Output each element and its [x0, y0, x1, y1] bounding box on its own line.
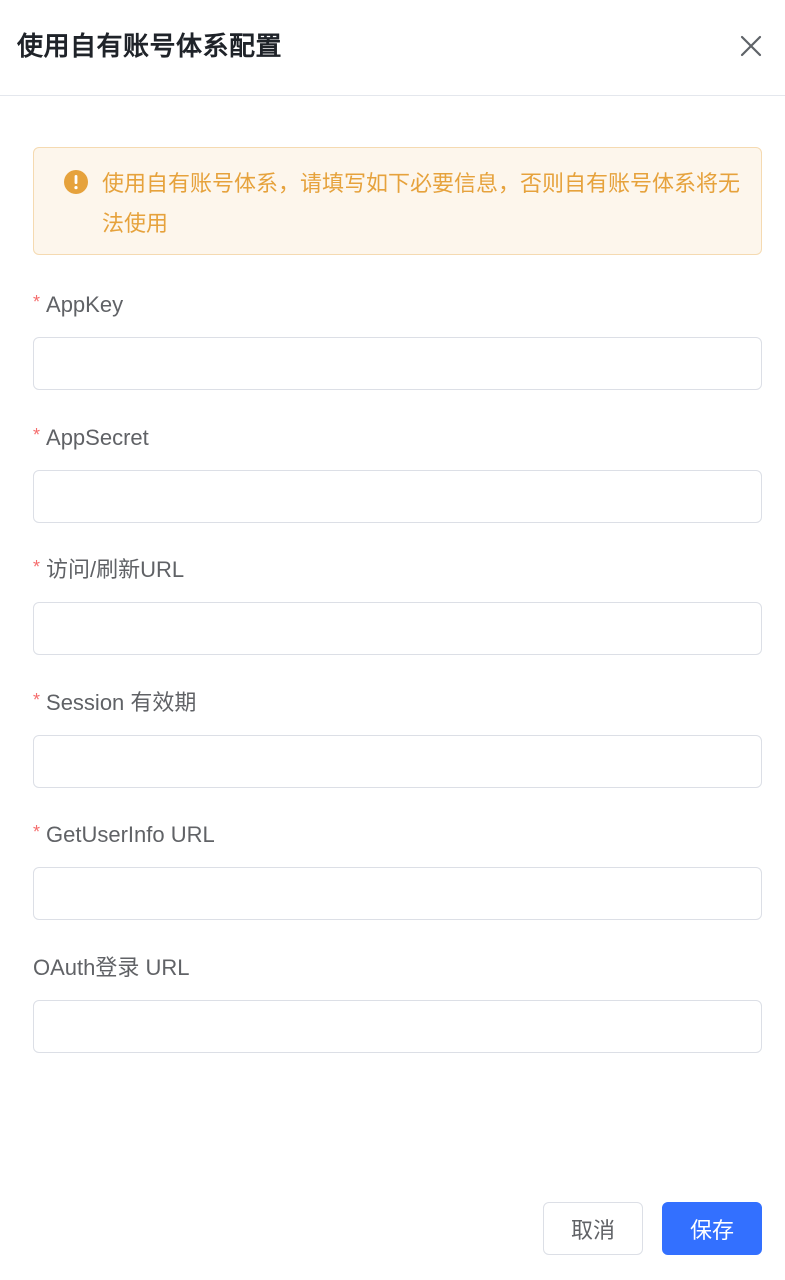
form-item-getuserinfo-url: * GetUserInfo URL [33, 820, 762, 920]
appkey-input[interactable] [33, 337, 762, 390]
field-label: * Session 有效期 [33, 690, 197, 715]
required-mark: * [33, 425, 41, 445]
field-label: OAuth登录 URL [33, 955, 190, 980]
dialog-title: 使用自有账号体系配置 [17, 31, 283, 61]
session-ttl-input[interactable] [33, 735, 762, 788]
field-label: * 访问/刷新URL [33, 557, 185, 582]
save-button[interactable]: 保存 [662, 1202, 762, 1255]
close-icon[interactable] [736, 31, 766, 61]
getuserinfo-url-input[interactable] [33, 867, 762, 920]
warning-circle-icon [64, 170, 88, 194]
required-mark: * [33, 557, 41, 577]
required-mark: * [33, 292, 41, 312]
form-item-appsecret: * AppSecret [33, 423, 762, 523]
form-item-appkey: * AppKey [33, 290, 762, 390]
warning-alert: 使用自有账号体系，请填写如下必要信息，否则自有账号体系将无法使用 [33, 147, 762, 255]
required-mark: * [33, 690, 41, 710]
field-label: * GetUserInfo URL [33, 822, 215, 847]
form-item-session-ttl: * Session 有效期 [33, 688, 762, 788]
alert-message: 使用自有账号体系，请填写如下必要信息，否则自有账号体系将无法使用 [102, 171, 741, 236]
appsecret-input[interactable] [33, 470, 762, 523]
field-label: * AppKey [33, 292, 124, 317]
cancel-button[interactable]: 取消 [543, 1202, 643, 1255]
refresh-url-input[interactable] [33, 602, 762, 655]
form-item-oauth-url: OAuth登录 URL [33, 953, 762, 1053]
required-mark: * [33, 822, 41, 842]
dialog-header: 使用自有账号体系配置 [0, 0, 785, 96]
oauth-url-input[interactable] [33, 1000, 762, 1053]
config-dialog: 使用自有账号体系配置 使用自有账号体系，请填写如下必要信息，否则自有账号体系将无… [0, 0, 785, 1280]
form-item-refresh-url: * 访问/刷新URL [33, 555, 762, 655]
field-label: * AppSecret [33, 425, 149, 450]
